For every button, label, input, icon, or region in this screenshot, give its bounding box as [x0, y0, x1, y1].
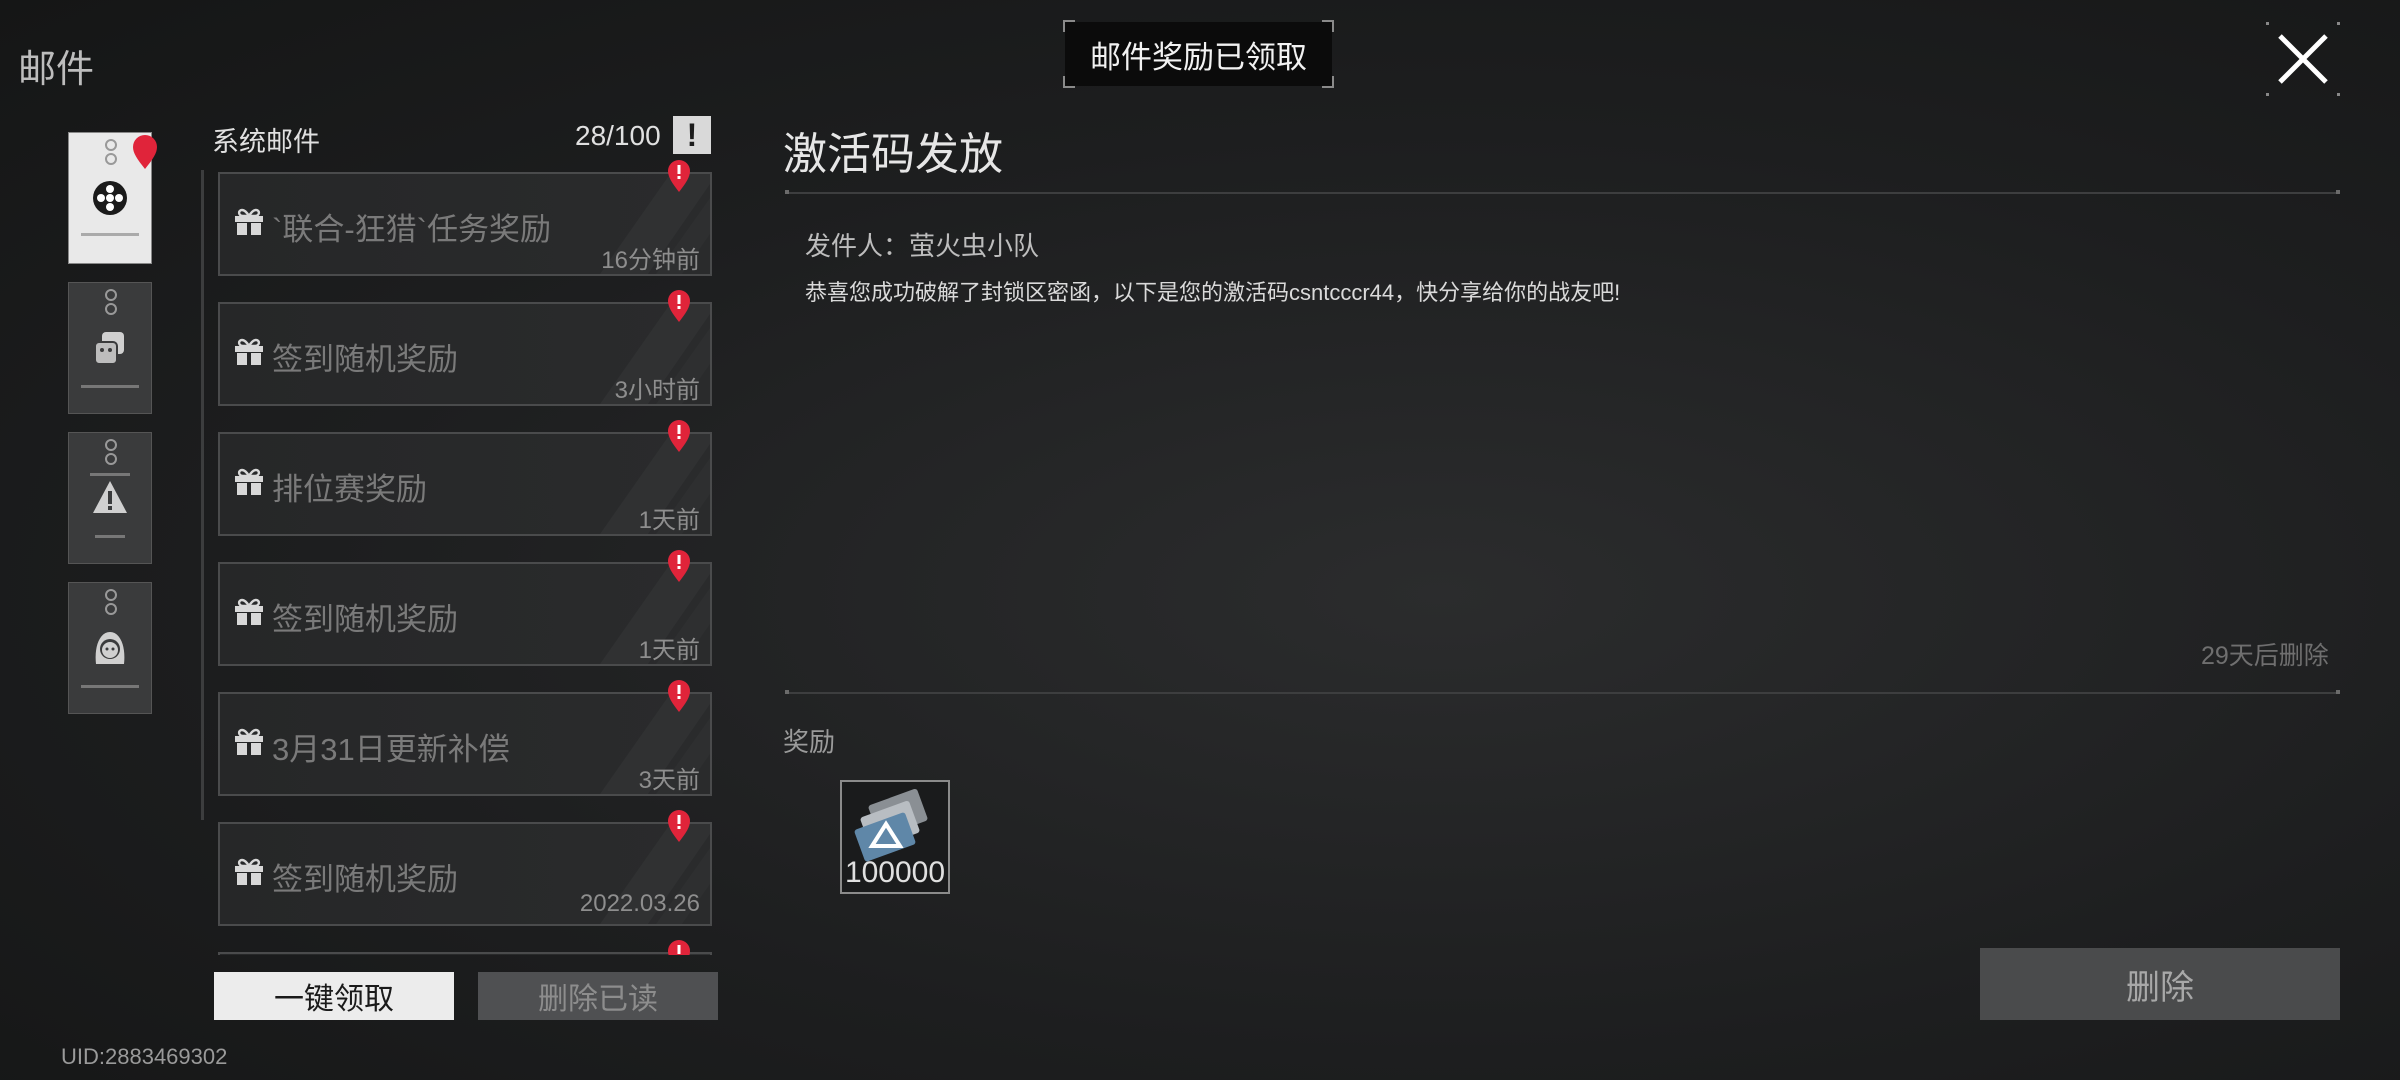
mail-body: 恭喜您成功破解了封锁区密函，以下是您的激活码csntcccr44，快分享给你的战… — [805, 280, 1621, 305]
divider — [785, 190, 2340, 194]
currency-icon — [854, 788, 928, 862]
user-id: UID:2883469302 — [61, 1044, 228, 1069]
reward-claimed-toast: 邮件奖励已领取 — [1063, 20, 1334, 88]
unread-badge-icon — [668, 160, 690, 192]
mail-detail-title: 激活码发放 — [783, 130, 1003, 179]
mail-subject: 签到随机奖励 — [272, 862, 458, 897]
mail-subject: 签到随机奖励 — [272, 342, 458, 377]
unread-badge-icon — [668, 940, 690, 955]
system-mail-icon — [93, 181, 127, 215]
unread-badge-icon — [133, 135, 157, 169]
gift-icon — [235, 208, 263, 235]
delete-mail-button[interactable]: 删除 — [1980, 948, 2340, 1020]
mail-time: 2022.03.26 — [579, 890, 700, 917]
mail-sender: 发件人：萤火虫小队 — [805, 231, 1040, 261]
rewards-label: 奖励 — [783, 727, 836, 757]
reward-item[interactable]: 100000 — [840, 780, 950, 894]
page-title: 邮件 — [18, 49, 95, 91]
gift-icon — [235, 858, 263, 885]
mail-list-item[interactable]: `联合-狂猎`任务奖励 16分钟前 — [218, 160, 712, 276]
mail-subject: 3月31日更新补偿 — [272, 732, 510, 767]
warning-icon — [93, 481, 127, 513]
mail-list[interactable]: `联合-狂猎`任务奖励 16分钟前 签到随机奖励 3小时前 排位赛奖励 1天前 … — [218, 160, 718, 955]
gift-icon — [235, 338, 263, 365]
divider — [785, 690, 2340, 694]
mail-list-item[interactable]: 签到随机奖励 2022.03.26 — [218, 810, 712, 926]
mail-list-title: 系统邮件 — [212, 127, 320, 157]
category-system-mail[interactable] — [68, 132, 157, 264]
claim-all-button[interactable]: 一键领取 — [214, 972, 454, 1020]
unread-badge-icon — [668, 680, 690, 712]
gift-icon — [235, 728, 263, 755]
girl-avatar-icon — [95, 632, 125, 664]
masks-icon — [94, 332, 124, 365]
mail-subject: 排位赛奖励 — [272, 472, 427, 507]
unread-badge-icon — [668, 290, 690, 322]
category-notice-mail[interactable] — [68, 432, 152, 564]
mail-time: 16分钟前 — [601, 247, 700, 274]
close-button[interactable] — [2266, 22, 2340, 96]
reward-quantity: 100000 — [844, 856, 946, 889]
mail-count: 28/100 — [575, 120, 661, 151]
unread-badge-icon — [668, 420, 690, 452]
close-icon — [2266, 22, 2340, 96]
gift-icon — [235, 468, 263, 495]
mail-time: 1天前 — [638, 637, 700, 664]
mail-list-scrollbar[interactable] — [201, 170, 204, 820]
mail-time: 1天前 — [638, 507, 700, 534]
toast-text: 邮件奖励已领取 — [1090, 39, 1307, 75]
mail-time: 3小时前 — [614, 377, 700, 404]
unread-badge-icon — [668, 810, 690, 842]
category-friend-mail[interactable] — [68, 582, 152, 714]
mail-time: 3天前 — [638, 767, 700, 794]
delete-read-button[interactable]: 删除已读 — [478, 972, 718, 1020]
category-activity-mail[interactable] — [68, 282, 152, 414]
gift-icon — [235, 598, 263, 625]
mail-list-item[interactable]: 签到随机奖励 1天前 — [218, 550, 712, 666]
mail-subject: `联合-狂猎`任务奖励 — [272, 212, 551, 247]
mail-list-item[interactable]: 签到随机奖励 3小时前 — [218, 290, 712, 406]
expire-notice: 29天后删除 — [2201, 642, 2329, 670]
mail-list-item[interactable]: 3月31日更新补偿 3天前 — [218, 680, 712, 796]
mail-list-item[interactable]: 排位赛奖励 1天前 — [218, 420, 712, 536]
unread-badge-icon — [668, 550, 690, 582]
mail-subject: 签到随机奖励 — [272, 602, 458, 637]
info-icon[interactable]: ! — [673, 116, 711, 154]
mail-list-item[interactable] — [218, 940, 712, 955]
